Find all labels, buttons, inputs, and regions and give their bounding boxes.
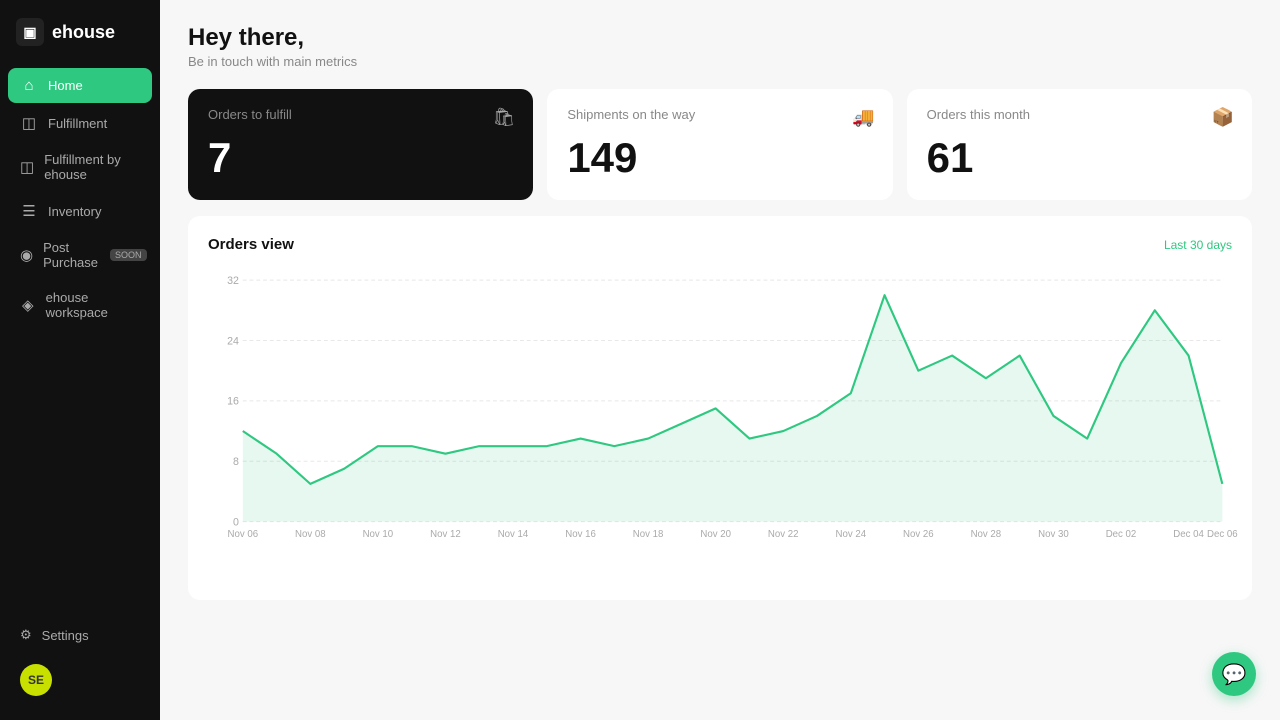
- svg-text:Dec 06: Dec 06: [1207, 529, 1238, 540]
- svg-text:Nov 12: Nov 12: [430, 529, 461, 540]
- sidebar-label-post-purchase: Post Purchase: [43, 240, 98, 270]
- settings-item[interactable]: ⚙ Settings: [8, 618, 152, 652]
- svg-text:Nov 18: Nov 18: [633, 529, 664, 540]
- chart-container: 0 8 16 24 32 Nov 06 Nov 08 Nov 10 Nov 12 Nov 14 No…: [208, 265, 1232, 590]
- metric-label-shipments-way: Shipments on the way: [567, 107, 872, 122]
- settings-label: Settings: [42, 628, 89, 643]
- svg-text:Nov 26: Nov 26: [903, 529, 934, 540]
- metric-icon-orders-month: 📦: [1212, 107, 1234, 128]
- sidebar-nav: ⌂ Home ◫ Fulfillment ◫ Fulfillment by ehouse ☰…: [0, 64, 160, 606]
- metric-label-orders-month: Orders this month: [927, 107, 1232, 122]
- logo-icon: ▣: [16, 18, 44, 46]
- svg-text:16: 16: [227, 396, 239, 408]
- svg-text:Nov 28: Nov 28: [971, 529, 1002, 540]
- svg-text:Nov 30: Nov 30: [1038, 529, 1069, 540]
- sidebar-label-fulfillment-ehouse: Fulfillment by ehouse: [44, 152, 140, 182]
- metric-value-orders-month: 61: [927, 134, 1232, 182]
- orders-chart: 0 8 16 24 32 Nov 06 Nov 08 Nov 10 Nov 12 Nov 14 No…: [208, 265, 1232, 585]
- metrics-row: Orders to fulfill 7 🛍 Shipments on the w…: [188, 89, 1252, 200]
- chat-button[interactable]: 💬: [1212, 652, 1256, 696]
- metric-value-orders-fulfill: 7: [208, 134, 513, 182]
- svg-text:32: 32: [227, 275, 239, 287]
- svg-text:Nov 10: Nov 10: [363, 529, 394, 540]
- metric-card-shipments-way: Shipments on the way 149 🚚: [547, 89, 892, 200]
- sidebar-item-post-purchase[interactable]: ◉ Post Purchase SOON: [8, 231, 152, 279]
- sidebar-item-home[interactable]: ⌂ Home: [8, 68, 152, 103]
- page-title: Hey there,: [188, 24, 1252, 52]
- metric-card-orders-month: Orders this month 61 📦: [907, 89, 1252, 200]
- svg-text:Nov 06: Nov 06: [227, 529, 258, 540]
- logo-text: ehouse: [52, 22, 115, 43]
- sidebar-item-fulfillment[interactable]: ◫ Fulfillment: [8, 105, 152, 141]
- svg-text:Dec 04: Dec 04: [1173, 529, 1204, 540]
- sidebar-label-fulfillment: Fulfillment: [48, 116, 107, 131]
- page-subtitle: Be in touch with main metrics: [188, 54, 1252, 69]
- metric-label-orders-fulfill: Orders to fulfill: [208, 107, 513, 122]
- fulfillment-icon: ◫: [20, 114, 38, 132]
- logo[interactable]: ▣ ehouse: [0, 0, 160, 64]
- sidebar-label-home: Home: [48, 78, 83, 93]
- svg-text:Nov 14: Nov 14: [498, 529, 529, 540]
- ehouse-workspace-icon: ◈: [20, 296, 36, 314]
- metric-icon-shipments-way: 🚚: [852, 107, 874, 128]
- sidebar-label-inventory: Inventory: [48, 204, 101, 219]
- chart-title: Orders view: [208, 236, 294, 253]
- svg-text:0: 0: [233, 516, 239, 528]
- fulfillment-ehouse-icon: ◫: [20, 158, 34, 176]
- post-purchase-icon: ◉: [20, 246, 33, 264]
- svg-text:Nov 24: Nov 24: [835, 529, 866, 540]
- sidebar: ▣ ehouse ⌂ Home ◫ Fulfillment ◫ Fulfillment b…: [0, 0, 160, 720]
- sidebar-item-ehouse-workspace[interactable]: ◈ ehouse workspace: [8, 281, 152, 329]
- metric-card-orders-fulfill: Orders to fulfill 7 🛍: [188, 89, 533, 200]
- svg-text:Nov 20: Nov 20: [700, 529, 731, 540]
- chat-icon: 💬: [1222, 662, 1247, 687]
- sidebar-item-inventory[interactable]: ☰ Inventory: [8, 193, 152, 229]
- chart-card: Orders view Last 30 days 0 8 16 24 32 Nov 06 N…: [188, 216, 1252, 600]
- metric-value-shipments-way: 149: [567, 134, 872, 182]
- chart-period: Last 30 days: [1164, 238, 1232, 252]
- inventory-icon: ☰: [20, 202, 38, 220]
- avatar[interactable]: SE: [20, 664, 52, 696]
- chart-header: Orders view Last 30 days: [208, 236, 1232, 253]
- sidebar-bottom: ⚙ Settings SE: [0, 606, 160, 720]
- metric-icon-orders-fulfill: 🛍: [492, 107, 515, 128]
- main-content: Hey there, Be in touch with main metrics…: [160, 0, 1280, 720]
- sidebar-label-ehouse-workspace: ehouse workspace: [46, 290, 140, 320]
- page-header: Hey there, Be in touch with main metrics: [188, 24, 1252, 69]
- sidebar-item-fulfillment-ehouse[interactable]: ◫ Fulfillment by ehouse: [8, 143, 152, 191]
- svg-text:Nov 16: Nov 16: [565, 529, 596, 540]
- svg-text:Nov 08: Nov 08: [295, 529, 326, 540]
- badge-post-purchase: SOON: [110, 249, 147, 261]
- home-icon: ⌂: [20, 77, 38, 94]
- svg-text:24: 24: [227, 335, 239, 347]
- svg-text:Dec 02: Dec 02: [1106, 529, 1137, 540]
- svg-text:Nov 22: Nov 22: [768, 529, 799, 540]
- settings-icon: ⚙: [20, 627, 32, 643]
- svg-text:8: 8: [233, 456, 239, 468]
